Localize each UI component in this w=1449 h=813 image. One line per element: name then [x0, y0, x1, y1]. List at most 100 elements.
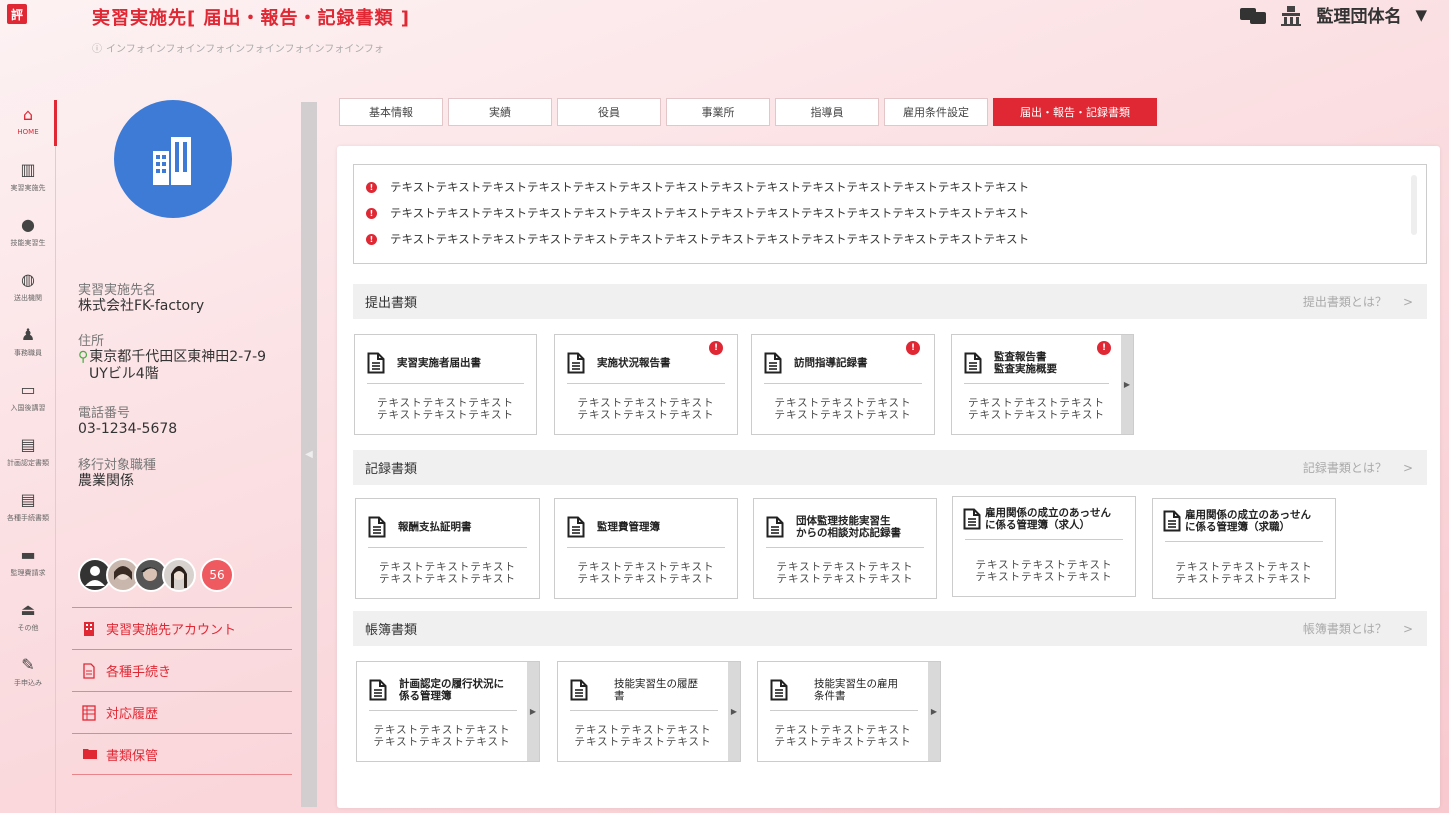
card-desc-line: テキストテキストテキスト	[967, 397, 1106, 409]
app-logo[interactable]: 評	[7, 4, 27, 24]
tab-officers[interactable]: 役員	[557, 98, 661, 126]
document-card[interactable]: 報酬支払証明書 テキストテキストテキスト テキストテキストテキスト	[355, 498, 540, 599]
card-description: テキストテキストテキスト テキストテキストテキスト	[356, 561, 539, 585]
nav-item-home[interactable]: ⌂ HOME	[0, 100, 57, 155]
menu-item-history[interactable]: 対応履歴	[72, 691, 292, 733]
alert-text: テキストテキストテキストテキストテキストテキストテキストテキストテキストテキスト…	[390, 232, 1030, 246]
nav-item-post-entry[interactable]: ▭ 入国後講習	[0, 375, 56, 430]
card-title: 報酬支払証明書	[398, 521, 472, 533]
chevron-right-icon: >	[1402, 622, 1413, 636]
nav-item-plan-docs[interactable]: ▤ 計画認定書類	[0, 430, 56, 485]
alert-item: ! テキストテキストテキストテキストテキストテキストテキストテキストテキストテキ…	[366, 226, 1426, 252]
nav-item-other[interactable]: ⏏ その他	[0, 595, 56, 650]
document-card[interactable]: 技能実習生の雇用 条件書 テキストテキストテキスト テキストテキストテキスト ▶	[757, 661, 941, 762]
tab-offices[interactable]: 事業所	[666, 98, 770, 126]
nav-label: 送出機関	[14, 294, 42, 302]
nav-item-trainee[interactable]: ● 技能実習生	[0, 210, 56, 265]
card-description: テキストテキストテキスト テキストテキストテキスト	[357, 724, 527, 748]
card-desc-line: テキストテキストテキスト	[774, 409, 912, 421]
nav-item-sending-agency[interactable]: ◍ 送出機関	[0, 265, 56, 320]
nav-item-staff[interactable]: ♟ 事務職員	[0, 320, 56, 375]
card-head: 計画認定の履行状況に 係る管理簿	[369, 670, 521, 710]
org-name[interactable]: 監理団体名	[1316, 2, 1401, 27]
menu-item-procedures[interactable]: 各種手続き	[72, 649, 292, 691]
document-card[interactable]: 監理費管理簿 テキストテキストテキスト テキストテキストテキスト	[554, 498, 738, 599]
alert-scrollbar[interactable]	[1411, 175, 1417, 235]
caret-right-icon[interactable]: ▶	[1121, 335, 1133, 434]
document-card[interactable]: 監査報告書 監査実施概要 ! テキストテキストテキスト テキストテキストテキスト …	[951, 334, 1134, 435]
section-help-link[interactable]: 記録書類とは？ >	[1303, 459, 1413, 476]
nav-label: 入国後講習	[10, 404, 46, 412]
section-help-link-text: 提出書類とは？	[1302, 295, 1387, 309]
card-description: テキストテキストテキスト テキストテキストテキスト	[758, 724, 928, 748]
card-head: 実施状況報告書	[567, 343, 725, 383]
nav-item-procedure-docs[interactable]: ▤ 各種手続書類	[0, 485, 56, 540]
avatar[interactable]	[162, 558, 196, 592]
document-icon: ▤	[20, 435, 36, 454]
nav-item-application[interactable]: ✎ 手申込み	[0, 650, 56, 705]
chat-icon[interactable]	[1240, 5, 1267, 25]
caret-right-icon[interactable]: ▶	[527, 662, 539, 761]
alert-badge: !	[906, 341, 920, 355]
member-count-badge[interactable]: 56	[200, 558, 234, 592]
card-divider	[367, 383, 524, 384]
caret-right-icon[interactable]: ▶	[928, 662, 940, 761]
profile-menu: 実習実施先アカウント 各種手続き 対応履歴 書類保管	[72, 607, 292, 775]
section-header-submission: 提出書類 提出書類とは？ >	[353, 284, 1427, 319]
document-card[interactable]: 訪問指導記録書 ! テキストテキストテキスト テキストテキストテキスト	[751, 334, 935, 435]
document-card[interactable]: 計画認定の履行状況に 係る管理簿 テキストテキストテキスト テキストテキストテキス…	[356, 661, 540, 762]
card-desc-line: テキストテキストテキスト	[577, 409, 715, 421]
job-block: 移行対象職種 農業関係	[78, 458, 156, 490]
card-desc-line: テキストテキストテキスト	[776, 573, 914, 585]
chevron-down-icon[interactable]: ▼	[1415, 6, 1427, 24]
section-help-link[interactable]: 帳簿書類とは？ >	[1303, 620, 1413, 637]
document-card[interactable]: 実施状況報告書 ! テキストテキストテキスト テキストテキストテキスト	[554, 334, 738, 435]
document-icon	[963, 508, 981, 530]
member-avatars[interactable]: 56	[78, 558, 234, 592]
card-desc-line: テキストテキストテキスト	[975, 559, 1113, 571]
document-card[interactable]: 雇用関係の成立のあっせん に係る管理簿（求人） テキストテキストテキスト テキスト…	[952, 496, 1136, 597]
nav-item-training-site[interactable]: ▥ 実習実施先	[0, 155, 56, 210]
nav-label: 技能実習生	[10, 239, 46, 247]
card-desc-line: テキストテキストテキスト	[378, 573, 517, 585]
card-description: テキストテキストテキスト テキストテキストテキスト	[555, 561, 737, 585]
company-profile: 実習実施先名 株式会社FK-factory 住所 ⚲東京都千代田区東神田2-7-…	[72, 100, 294, 790]
document-card[interactable]: 団体監理技能実習生 からの相談対応記録書 テキストテキストテキスト テキストテキス…	[753, 498, 937, 599]
alert-icon: !	[366, 233, 377, 245]
card-title: 実施状況報告書	[597, 357, 671, 369]
section-header-ledgers: 帳簿書類 帳簿書類とは？ >	[353, 611, 1427, 646]
tab-results[interactable]: 実績	[448, 98, 552, 126]
nav-item-billing[interactable]: ▬ 監理費請求	[0, 540, 56, 595]
section-help-link-text: 帳簿書類とは？	[1302, 622, 1387, 636]
card-head: 訪問指導記録書	[764, 343, 922, 383]
card-desc-line: テキストテキストテキスト	[373, 724, 511, 736]
menu-item-account[interactable]: 実習実施先アカウント	[72, 607, 292, 649]
card-divider	[764, 383, 922, 384]
document-card[interactable]: 雇用関係の成立のあっせん に係る管理簿（求職） テキストテキストテキスト テキスト…	[1152, 498, 1336, 599]
section-help-link[interactable]: 提出書類とは？ >	[1303, 293, 1413, 310]
card-title: 監理費管理簿	[597, 521, 660, 533]
document-icon	[964, 352, 982, 374]
nav-label: 手申込み	[14, 679, 42, 687]
card-description: テキストテキストテキスト テキストテキストテキスト	[752, 397, 934, 421]
menu-item-document-storage[interactable]: 書類保管	[72, 733, 292, 775]
tab-basic-info[interactable]: 基本情報	[339, 98, 443, 126]
card-description: テキストテキストテキスト テキストテキストテキスト	[555, 397, 737, 421]
company-name: 株式会社FK-factory	[78, 298, 205, 314]
card-title: 監査報告書 監査実施概要	[994, 351, 1057, 375]
card-title: 実習実施者届出書	[397, 357, 481, 369]
tab-bar: 基本情報 実績 役員 事業所 指導員 雇用条件設定 届出・報告・記録書類	[339, 98, 1157, 126]
tab-employment-conditions[interactable]: 雇用条件設定	[884, 98, 988, 126]
card-divider	[567, 383, 725, 384]
card-head: 団体監理技能実習生 からの相談対応記録書	[766, 507, 924, 547]
sidebar-collapse-handle[interactable]: ◀	[301, 102, 317, 807]
tab-instructors[interactable]: 指導員	[775, 98, 879, 126]
document-card[interactable]: 技能実習生の履歴 書 テキストテキストテキスト テキストテキストテキスト ▶	[557, 661, 741, 762]
alert-badge: !	[1097, 341, 1111, 355]
tab-reports-records[interactable]: 届出・報告・記録書類	[993, 98, 1157, 126]
card-divider	[964, 383, 1109, 384]
caret-right-icon[interactable]: ▶	[728, 662, 740, 761]
address-block: 住所 ⚲東京都千代田区東神田2-7-9 UYビル4階	[78, 334, 266, 383]
card-description: テキストテキストテキスト テキストテキストテキスト	[1153, 561, 1335, 585]
document-card[interactable]: 実習実施者届出書 テキストテキストテキスト テキストテキストテキスト	[354, 334, 537, 435]
